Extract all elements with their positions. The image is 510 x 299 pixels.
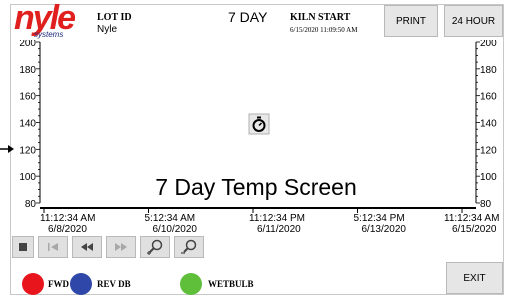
right-tick-label: 140 (480, 119, 497, 130)
range-label: 7 DAY (228, 9, 268, 25)
right-y-axis: 200 180 160 140 120 100 80 (475, 40, 497, 210)
left-tick-label: 80 (25, 199, 37, 210)
x-axis-time: 5:12:34 AM (144, 213, 196, 224)
legend-swatch-fwd-db[interactable] (22, 273, 44, 295)
kiln-start-label: KILN START (290, 12, 351, 23)
stopwatch-icon[interactable] (248, 113, 270, 135)
lot-id-label: LOT ID (97, 12, 132, 23)
nyle-logo: nyle systems (14, 0, 94, 40)
lot-id-value: Nyle (97, 24, 118, 35)
legend-swatch-rev-db[interactable] (70, 273, 92, 295)
x-axis-label: 11:12:34 PM 6/11/2020 (249, 213, 305, 235)
x-axis-date: 6/13/2020 (361, 224, 407, 235)
x-axis-label: 11:12:34 AM 6/15/2020 (444, 213, 499, 235)
rewind-button[interactable] (72, 236, 102, 258)
zoom-out-button[interactable] (174, 236, 204, 258)
x-axis-time: 11:12:34 AM (40, 213, 96, 224)
right-tick-label: 200 (480, 40, 497, 49)
left-tick-label: 100 (19, 172, 36, 183)
x-axis-date: 6/8/2020 (48, 224, 87, 235)
legend-label-rev-db: REV DB (97, 279, 131, 289)
skip-back-icon (48, 243, 58, 251)
fast-forward-button[interactable] (106, 236, 136, 258)
screen-title: 7 Day Temp Screen (155, 174, 357, 200)
right-tick-label: 120 (480, 145, 497, 156)
left-tick-label: 180 (19, 65, 36, 76)
exit-button[interactable]: EXIT (446, 262, 503, 294)
24-hour-button[interactable]: 24 HOUR (444, 5, 503, 37)
skip-back-button[interactable] (38, 236, 68, 258)
left-y-axis: 200 180 160 140 120 100 80 (19, 40, 41, 210)
x-axis-time: 11:12:34 PM (249, 213, 305, 224)
x-axis-date: 6/11/2020 (257, 224, 301, 235)
zoom-out-icon (181, 239, 197, 254)
legend-swatch-wetbulb[interactable] (180, 273, 202, 295)
right-tick-label: 160 (480, 92, 497, 103)
left-tick-label: 200 (19, 40, 36, 49)
left-tick-label: 140 (19, 119, 36, 130)
right-tick-label: 80 (480, 199, 492, 210)
x-axis-date: 6/10/2020 (152, 224, 198, 235)
x-axis-date: 6/15/2020 (452, 224, 497, 235)
left-tick-label: 120 (19, 145, 36, 156)
x-axis-label: 5:12:34 PM 6/13/2020 (354, 213, 407, 235)
x-axis-time: 11:12:34 AM (444, 213, 500, 224)
logo-subtitle: systems (34, 30, 64, 39)
stop-button[interactable] (12, 236, 34, 258)
right-tick-label: 180 (480, 65, 497, 76)
x-axis-label: 11:12:34 AM 6/8/2020 (40, 213, 95, 235)
left-tick-label: 160 (19, 92, 36, 103)
rewind-icon (81, 243, 93, 251)
x-axis-label: 5:12:34 AM 6/10/2020 (145, 213, 198, 235)
stop-icon (19, 243, 27, 251)
fast-forward-icon (115, 243, 127, 251)
kiln-start-value: 6/15/2020 11:09:50 AM (290, 26, 358, 34)
legend-label-wetbulb: WETBULB (208, 279, 254, 289)
right-tick-label: 100 (480, 172, 497, 183)
zoom-in-icon (147, 239, 163, 255)
zoom-in-button[interactable] (140, 236, 170, 258)
print-button[interactable]: PRINT (384, 5, 438, 37)
x-axis-time: 5:12:34 PM (353, 213, 405, 224)
temperature-chart: 200 180 160 140 120 100 80 200 180 160 140 120 100 8… (19, 40, 497, 213)
